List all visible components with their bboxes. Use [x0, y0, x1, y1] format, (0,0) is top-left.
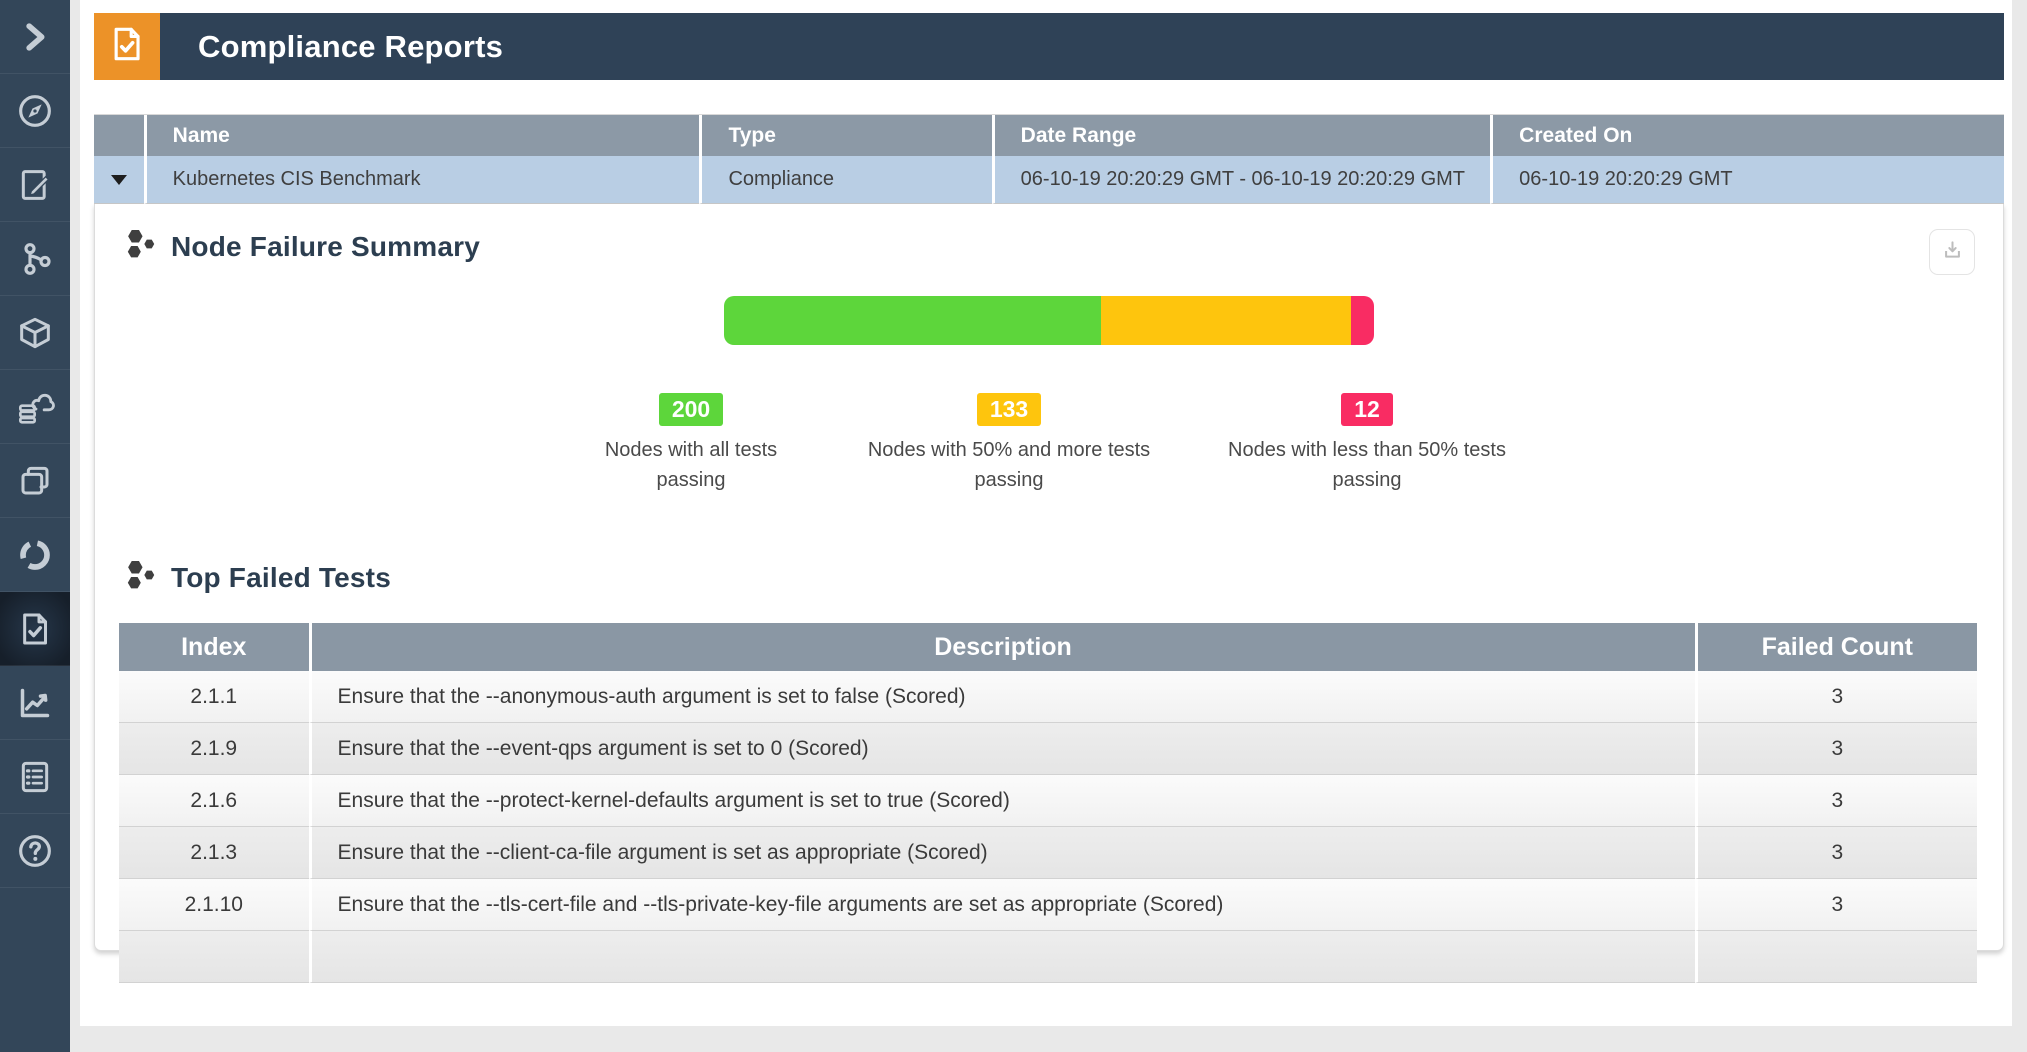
failed-test-count-cell: 3 — [1695, 775, 1977, 827]
failed-test-description-cell: Ensure that the --anonymous-auth argumen… — [309, 671, 1695, 723]
empty-cell — [119, 931, 309, 983]
sidebar-item-topology[interactable] — [0, 222, 70, 296]
page-title: Compliance Reports — [198, 29, 503, 65]
help-icon — [14, 830, 56, 872]
cloud-storage-icon — [14, 386, 56, 428]
report-list-icon — [14, 756, 56, 798]
layers-icon — [14, 460, 56, 502]
chevron-right-icon — [14, 16, 56, 58]
failed-test-count-cell: 3 — [1695, 879, 1977, 931]
sidebar-item-windows[interactable] — [0, 444, 70, 518]
sidebar-item-compliance-reports[interactable] — [0, 592, 70, 666]
sidebar-item-packages[interactable] — [0, 296, 70, 370]
legend-label: Nodes with 50% and more tests passing — [849, 435, 1169, 495]
cube-icon — [14, 312, 56, 354]
sidebar-item-discover[interactable] — [0, 74, 70, 148]
failed-test-index-cell: 2.1.1 — [119, 671, 309, 723]
bar-segment-0 — [724, 296, 1101, 345]
failed-test-description-cell: Ensure that the --event-qps argument is … — [309, 723, 1695, 775]
failed-test-description-cell: Ensure that the --tls-cert-file and --tl… — [309, 879, 1695, 931]
failed-tests-column-header: Failed Count — [1695, 623, 1977, 671]
empty-cell — [1695, 931, 1977, 983]
bar-segment-1 — [1101, 296, 1352, 345]
reports-column-header: Type — [699, 115, 991, 156]
chart-line-icon — [14, 682, 56, 724]
failed-test-count-cell: 3 — [1695, 723, 1977, 775]
failed-test-row: 2.1.9 Ensure that the --event-qps argume… — [119, 723, 1977, 775]
bar-segment-2 — [1351, 296, 1374, 345]
failed-test-empty-row — [119, 931, 1977, 983]
document-check-icon — [106, 23, 148, 70]
page-header: Compliance Reports — [94, 13, 2004, 80]
sidebar — [0, 0, 70, 1052]
failed-tests-header-row: IndexDescriptionFailed Count — [119, 623, 1977, 671]
failed-test-count-cell: 3 — [1695, 827, 1977, 879]
row-expander[interactable] — [94, 156, 144, 204]
failed-tests-column-header: Description — [309, 623, 1695, 671]
sidebar-item-cloud-storage[interactable] — [0, 370, 70, 444]
failed-test-index-cell: 2.1.3 — [119, 827, 309, 879]
failed-test-index-cell: 2.1.6 — [119, 775, 309, 827]
sidebar-item-reports[interactable] — [0, 740, 70, 814]
page-header-bar: Compliance Reports — [160, 13, 2004, 80]
reports-column-header: Created On — [1490, 115, 2004, 156]
download-icon — [1939, 237, 1966, 267]
refresh-icon — [14, 534, 56, 576]
download-report-button[interactable] — [1929, 229, 1975, 275]
report-name-cell: Kubernetes CIS Benchmark — [144, 156, 700, 204]
top-failed-tests-table: IndexDescriptionFailed Count 2.1.1 Ensur… — [119, 623, 1977, 983]
hex-cluster-icon — [125, 228, 156, 266]
compliance-header-icon-block — [94, 13, 160, 80]
node-failure-summary-header: Node Failure Summary — [95, 204, 2003, 266]
compass-icon — [14, 90, 56, 132]
sidebar-item-sync[interactable] — [0, 518, 70, 592]
legend-item: 133 Nodes with 50% and more tests passin… — [849, 393, 1169, 495]
hex-cluster-icon — [125, 559, 156, 597]
report-row[interactable]: Kubernetes CIS Benchmark Compliance 06-1… — [94, 156, 2004, 204]
reports-table: NameTypeDate RangeCreated On Kubernetes … — [94, 114, 2004, 204]
sidebar-item-expand[interactable] — [0, 0, 70, 74]
failed-test-index-cell: 2.1.10 — [119, 879, 309, 931]
failed-test-count-cell: 3 — [1695, 671, 1977, 723]
empty-cell — [309, 931, 1695, 983]
failed-test-row: 2.1.3 Ensure that the --client-ca-file a… — [119, 827, 1977, 879]
document-edit-icon — [14, 164, 56, 206]
legend-value-badge: 200 — [659, 393, 723, 426]
legend-item: 12 Nodes with less than 50% tests passin… — [1217, 393, 1517, 495]
report-type-cell: Compliance — [699, 156, 991, 204]
report-created-on-cell: 06-10-19 20:20:29 GMT — [1490, 156, 2004, 204]
triangle-down-icon — [111, 175, 127, 185]
document-check-icon — [14, 608, 56, 650]
failed-test-row: 2.1.6 Ensure that the --protect-kernel-d… — [119, 775, 1977, 827]
reports-column-header: Date Range — [992, 115, 1491, 156]
top-failed-tests-header: Top Failed Tests — [95, 535, 2003, 597]
legend-label: Nodes with all tests passing — [581, 435, 801, 495]
failed-test-row: 2.1.1 Ensure that the --anonymous-auth a… — [119, 671, 1977, 723]
legend-item: 200 Nodes with all tests passing — [581, 393, 801, 495]
expander-column-header — [94, 115, 144, 156]
reports-column-header: Name — [144, 115, 700, 156]
failed-tests-column-header: Index — [119, 623, 309, 671]
top-failed-tests-title: Top Failed Tests — [171, 562, 391, 594]
legend-value-badge: 12 — [1341, 393, 1393, 426]
node-failure-legend: 200 Nodes with all tests passing 133 Nod… — [95, 393, 2003, 495]
main-card: Compliance Reports NameTypeDate RangeCre… — [80, 0, 2012, 1026]
sidebar-item-compose[interactable] — [0, 148, 70, 222]
report-date-range-cell: 06-10-19 20:20:29 GMT - 06-10-19 20:20:2… — [992, 156, 1491, 204]
legend-value-badge: 133 — [977, 393, 1041, 426]
share-nodes-icon — [14, 238, 56, 280]
node-failure-summary-title: Node Failure Summary — [171, 231, 480, 263]
sidebar-item-analytics[interactable] — [0, 666, 70, 740]
reports-header-row: NameTypeDate RangeCreated On — [94, 115, 2004, 156]
legend-label: Nodes with less than 50% tests passing — [1217, 435, 1517, 495]
sidebar-item-help[interactable] — [0, 814, 70, 888]
failed-test-description-cell: Ensure that the --client-ca-file argumen… — [309, 827, 1695, 879]
node-failure-stacked-bar — [724, 296, 1374, 345]
failed-test-row: 2.1.10 Ensure that the --tls-cert-file a… — [119, 879, 1977, 931]
report-detail-panel: Node Failure Summary 200 Nodes with all … — [94, 204, 2004, 951]
failed-test-description-cell: Ensure that the --protect-kernel-default… — [309, 775, 1695, 827]
failed-test-index-cell: 2.1.9 — [119, 723, 309, 775]
